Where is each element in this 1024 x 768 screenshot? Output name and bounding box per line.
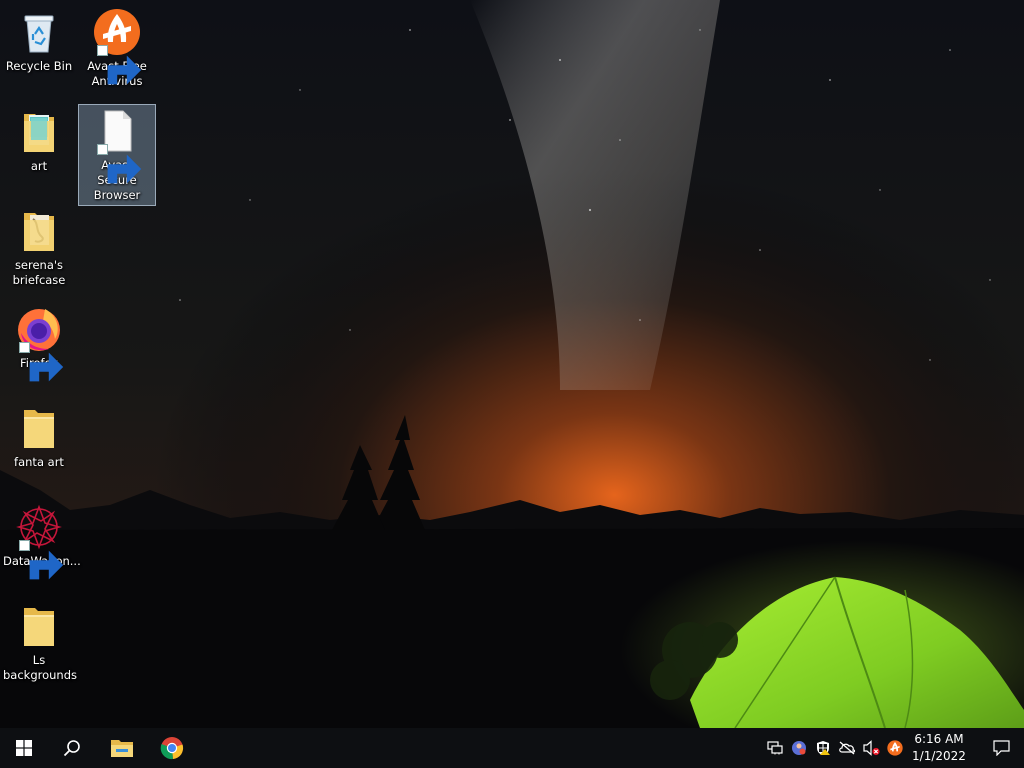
shortcut-arrow-icon bbox=[19, 342, 64, 382]
search-button[interactable] bbox=[48, 728, 96, 768]
tray-network[interactable] bbox=[764, 728, 786, 768]
desktop-icon-serenas-briefcase[interactable]: serena's briefcase bbox=[1, 205, 77, 290]
clock-date: 1/1/2022 bbox=[912, 749, 966, 763]
desktop-icon-ls-backgrounds[interactable]: Ls backgrounds bbox=[1, 600, 77, 685]
folder-icon bbox=[15, 404, 63, 452]
shortcut-arrow-icon bbox=[97, 45, 142, 85]
notification-icon bbox=[992, 740, 1010, 756]
clock-time: 6:16 AM bbox=[914, 732, 964, 746]
desktop-icon-art[interactable]: art bbox=[1, 106, 77, 176]
network-icon bbox=[767, 741, 783, 755]
desktop-icon-label: serena's briefcase bbox=[12, 258, 66, 287]
desktop-icon-datawagon[interactable]: DataWagon... bbox=[1, 501, 81, 580]
tray-onedrive[interactable] bbox=[836, 728, 858, 768]
desktop-icon-label: Ls backgrounds bbox=[3, 653, 78, 682]
action-center-button[interactable] bbox=[978, 728, 1024, 768]
tray-avast[interactable] bbox=[884, 728, 906, 768]
tray-people[interactable] bbox=[788, 728, 810, 768]
security-shield-icon bbox=[817, 741, 830, 755]
onedrive-offline-icon bbox=[839, 741, 856, 755]
tray-volume[interactable] bbox=[860, 728, 882, 768]
tray-security[interactable] bbox=[812, 728, 834, 768]
taskbar-clock[interactable]: 6:16 AM 1/1/2022 bbox=[908, 731, 970, 765]
chrome-button[interactable] bbox=[148, 728, 196, 768]
search-icon bbox=[63, 740, 80, 757]
folder-icon bbox=[15, 108, 63, 156]
blank-file-icon bbox=[93, 107, 142, 184]
folder-icon bbox=[15, 207, 63, 255]
desktop-icon-firefox[interactable]: Firefox bbox=[1, 303, 77, 382]
file-explorer-icon bbox=[111, 740, 133, 757]
start-icon bbox=[16, 740, 32, 756]
avast-tray-icon bbox=[887, 740, 903, 756]
shortcut-arrow-icon bbox=[19, 540, 64, 580]
people-icon bbox=[792, 741, 806, 755]
desktop-icon-label: Recycle Bin bbox=[5, 59, 73, 73]
desktop-icon-avast-free-antivirus[interactable]: Avast Free Antivirus bbox=[79, 6, 155, 91]
file-explorer-button[interactable] bbox=[98, 728, 146, 768]
folder-icon bbox=[15, 602, 63, 650]
desktop-icon-fanta-art[interactable]: fanta art bbox=[1, 402, 77, 472]
datawagon-icon bbox=[15, 503, 64, 580]
desktop-icon-recycle-bin[interactable]: Recycle Bin bbox=[1, 6, 77, 76]
shortcut-arrow-icon bbox=[97, 144, 142, 184]
firefox-icon bbox=[15, 305, 64, 382]
chrome-icon bbox=[160, 737, 184, 760]
start-button[interactable] bbox=[0, 728, 48, 768]
desktop-icon-label: fanta art bbox=[14, 455, 64, 469]
desktop-icon-avast-secure-browser[interactable]: Avast Secure Browser bbox=[78, 104, 156, 206]
avast-icon bbox=[93, 8, 142, 85]
recycle-bin-icon bbox=[15, 8, 63, 56]
desktop-icon-label: art bbox=[30, 159, 48, 173]
taskbar: 6:16 AM 1/1/2022 bbox=[0, 728, 1024, 768]
speaker-muted-icon bbox=[863, 740, 880, 756]
